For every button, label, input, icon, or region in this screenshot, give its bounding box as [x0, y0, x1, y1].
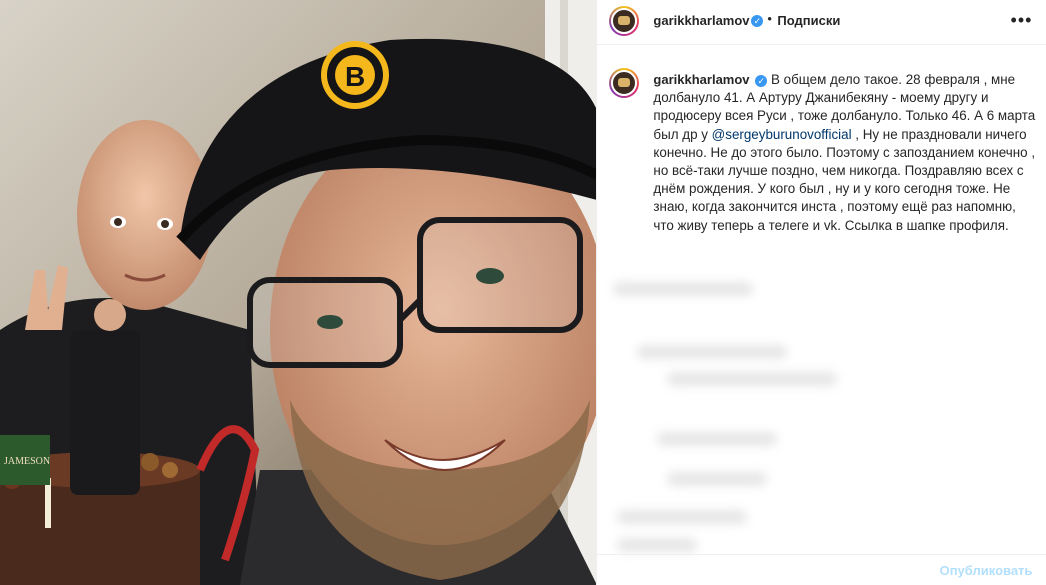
publish-button[interactable]: Опубликовать [940, 563, 1033, 578]
post-sidebar: garikkharlamov ✓ • Подписки ••• garikkha… [596, 0, 1046, 585]
comment-box[interactable]: Опубликовать [597, 554, 1046, 585]
figurine [70, 330, 140, 495]
author-username[interactable]: garikkharlamov [653, 13, 749, 28]
author-avatar[interactable] [609, 6, 640, 36]
post-header: garikkharlamov ✓ • Подписки ••• [597, 0, 1046, 45]
bottle-label: JAMESON [4, 456, 50, 467]
blurred-comment [657, 432, 778, 446]
verified-badge-icon: ✓ [751, 15, 764, 27]
more-options-icon[interactable]: ••• [1011, 10, 1033, 31]
blurred-comment [613, 282, 754, 296]
blurred-comment [637, 345, 788, 359]
blurred-comment [667, 372, 838, 386]
verified-badge-icon: ✓ [755, 75, 768, 87]
separator-dot: • [767, 11, 772, 26]
caption-body-end: , Ну не праздновали ничего конечно. Не д… [653, 126, 1036, 233]
caption-username[interactable]: garikkharlamov [653, 72, 749, 87]
selfie-photo: JAMESON B [0, 0, 597, 585]
caption-text: garikkharlamov ✓ В общем дело такое. 28 … [653, 71, 1038, 235]
caption-avatar[interactable] [609, 68, 640, 98]
blurred-comment [617, 538, 698, 552]
post-photo[interactable]: JAMESON B [0, 0, 597, 585]
blurred-comment [617, 510, 748, 524]
blurred-comment [667, 472, 768, 486]
instagram-post: JAMESON B garikkharlamov ✓ • Подписки ••… [0, 0, 1046, 585]
caption-mention-link[interactable]: @sergeyburunovofficial [712, 127, 852, 142]
cap-logo-letter: B [345, 61, 365, 92]
candle [45, 478, 51, 528]
following-button[interactable]: Подписки [777, 13, 840, 28]
